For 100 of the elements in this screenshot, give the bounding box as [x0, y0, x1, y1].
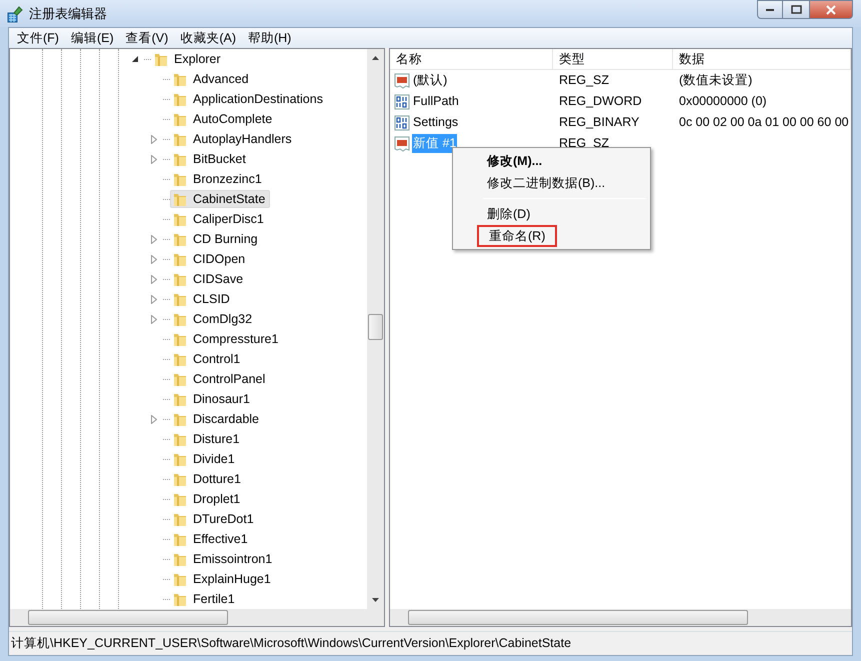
tree-item[interactable]: Dotture1: [170, 470, 246, 488]
expand-arrow-icon[interactable]: [151, 274, 157, 284]
folder-icon: [172, 231, 188, 248]
tree-item[interactable]: Explorer: [151, 50, 226, 68]
folder-icon: [172, 171, 188, 188]
tree-item[interactable]: CD Burning: [170, 230, 263, 248]
close-button[interactable]: [809, 0, 853, 19]
tree-item[interactable]: ControlPanel: [170, 370, 270, 388]
tree-item[interactable]: CabinetState: [170, 190, 270, 208]
value-type: REG_BINARY: [558, 114, 640, 132]
tree-item[interactable]: ApplicationDestinations: [170, 90, 328, 108]
tree-item[interactable]: Emissointron1: [170, 550, 278, 568]
tree-item[interactable]: CaliperDisc1: [170, 210, 269, 228]
menu-item[interactable]: 重命名(R): [477, 225, 558, 248]
collapse-arrow-icon[interactable]: [132, 56, 139, 63]
folder-icon: [172, 271, 188, 288]
tree-item[interactable]: Disture1: [170, 430, 245, 448]
folder-icon: [172, 211, 188, 228]
scroll-thumb[interactable]: [28, 610, 228, 626]
folder-icon: [172, 191, 188, 208]
menu-item[interactable]: 帮助(H): [242, 28, 298, 48]
string-value-icon: [394, 72, 410, 89]
maximize-button[interactable]: [783, 0, 809, 19]
tree-item[interactable]: Advanced: [170, 70, 254, 88]
value-name[interactable]: Settings: [412, 113, 460, 132]
tree-item[interactable]: Effective1: [170, 530, 253, 548]
folder-icon: [172, 431, 188, 448]
column-header[interactable]: 类型: [553, 49, 673, 70]
tree-item[interactable]: Droplet1: [170, 490, 246, 508]
tree-item[interactable]: CLSID: [170, 290, 235, 308]
tree-item[interactable]: ComDlg32: [170, 310, 258, 328]
scroll-thumb[interactable]: [368, 314, 383, 340]
tree-item[interactable]: Dinosaur1: [170, 390, 255, 408]
value-data: (数值未设置): [678, 72, 754, 90]
folder-icon: [172, 591, 188, 608]
scroll-thumb[interactable]: [408, 610, 748, 626]
folder-icon: [153, 51, 169, 68]
tree-item[interactable]: DTureDot1: [170, 510, 259, 528]
value-name[interactable]: FullPath: [412, 92, 460, 112]
folder-icon: [172, 571, 188, 588]
expand-arrow-icon[interactable]: [151, 414, 157, 424]
horizontal-scrollbar[interactable]: [390, 609, 851, 626]
binary-value-icon: [394, 94, 410, 110]
menu-item[interactable]: 查看(V): [120, 28, 174, 48]
tree-item[interactable]: CIDOpen: [170, 250, 250, 268]
horizontal-scrollbar[interactable]: [10, 609, 384, 626]
folder-icon: [172, 291, 188, 308]
folder-icon: [172, 311, 188, 328]
folder-icon: [172, 91, 188, 108]
scroll-down-icon[interactable]: [371, 597, 380, 604]
tree-item[interactable]: AutoComplete: [170, 110, 278, 128]
tree-item[interactable]: Compressture1: [170, 330, 284, 348]
value-type: REG_SZ: [558, 72, 610, 90]
menu-item[interactable]: 编辑(E): [64, 28, 120, 48]
expand-arrow-icon[interactable]: [151, 254, 157, 264]
folder-icon: [172, 491, 188, 508]
folder-icon: [172, 151, 188, 168]
folder-icon: [172, 411, 188, 428]
tree-item[interactable]: Divide1: [170, 450, 240, 468]
folder-icon: [172, 331, 188, 348]
expand-arrow-icon[interactable]: [151, 314, 157, 324]
folder-icon: [172, 551, 188, 568]
expand-arrow-icon[interactable]: [151, 234, 157, 244]
menu-item[interactable]: 删除(D): [455, 203, 648, 226]
expand-arrow-icon[interactable]: [151, 134, 157, 144]
maximize-icon: [790, 5, 802, 14]
tree-item[interactable]: BitBucket: [170, 150, 251, 168]
tree-item[interactable]: AutoplayHandlers: [170, 130, 297, 148]
vertical-scrollbar[interactable]: [367, 49, 384, 610]
tree-item[interactable]: Discardable: [170, 410, 264, 428]
expand-arrow-icon[interactable]: [151, 154, 157, 164]
folder-icon: [172, 351, 188, 368]
value-data: 0c 00 02 00 0a 01 00 00 60 00: [678, 114, 850, 132]
tree-item[interactable]: Bronzezinc1: [170, 170, 267, 188]
string-value-icon: [394, 136, 410, 152]
menu-item[interactable]: 修改二进制数据(B)...: [455, 172, 648, 194]
close-icon: [825, 4, 837, 14]
folder-icon: [172, 471, 188, 488]
value-type: REG_DWORD: [558, 93, 643, 110]
tree-item[interactable]: Control1: [170, 350, 246, 368]
tree-item[interactable]: Fertile1: [170, 590, 240, 608]
menu-item[interactable]: 收藏夹(A): [174, 28, 242, 48]
folder-icon: [172, 71, 188, 88]
folder-icon: [172, 131, 188, 148]
scroll-up-icon[interactable]: [371, 55, 380, 62]
folder-icon: [172, 391, 188, 408]
binary-value-icon: [394, 114, 410, 131]
value-name[interactable]: (默认): [412, 71, 448, 90]
expand-arrow-icon[interactable]: [151, 294, 157, 304]
minimize-button[interactable]: [757, 0, 783, 19]
tree-item[interactable]: CIDSave: [170, 270, 248, 288]
tree-item[interactable]: ExplainHuge1: [170, 570, 276, 588]
column-header[interactable]: 名称: [390, 49, 553, 70]
column-header[interactable]: 数据: [673, 49, 851, 70]
menu-item[interactable]: 修改(M)...: [455, 150, 648, 172]
folder-icon: [172, 451, 188, 468]
menu-item[interactable]: 文件(F): [11, 28, 65, 48]
folder-icon: [172, 251, 188, 268]
value-data: 0x00000000 (0): [678, 93, 768, 110]
folder-icon: [172, 111, 188, 128]
